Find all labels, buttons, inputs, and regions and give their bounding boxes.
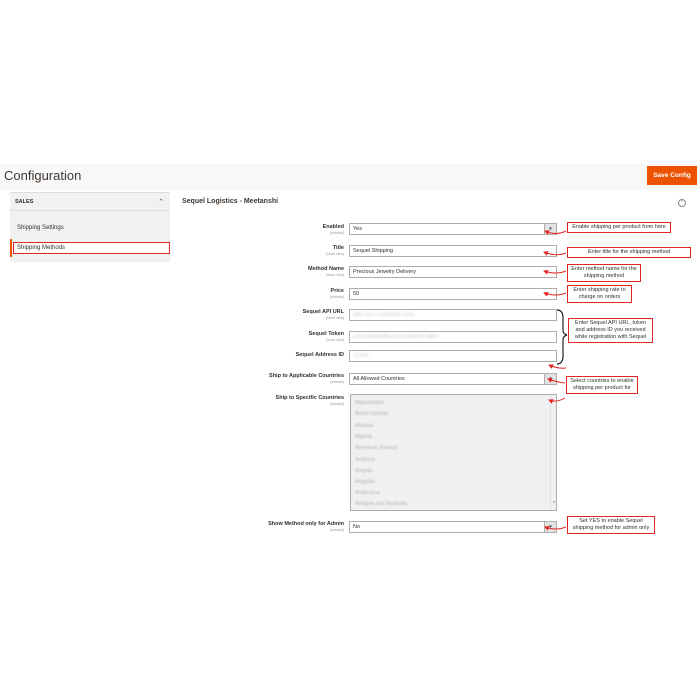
price-label-text: Price — [330, 288, 344, 294]
country-option[interactable]: Åland Islands — [355, 411, 388, 417]
address-id-value: 12345 — [353, 353, 369, 359]
title-scope: [store view] — [326, 252, 344, 256]
sidebar-active-marker — [10, 239, 12, 257]
chevron-down-icon[interactable]: ▾ — [544, 374, 556, 384]
address-id-input[interactable]: 12345 — [349, 350, 557, 362]
admin-only-select[interactable]: No ▾ — [349, 521, 557, 533]
specific-countries-label: Ship to Specific Countries [website] — [276, 395, 344, 406]
collapse-icon[interactable]: ⌃ — [678, 199, 686, 207]
save-config-button[interactable]: Save Config — [647, 166, 697, 185]
callout-enabled: Enable shipping per product from here — [567, 222, 671, 233]
price-input[interactable]: 50 — [349, 288, 557, 300]
page-header — [0, 164, 700, 190]
enabled-scope: [website] — [330, 231, 344, 235]
enabled-label-text: Enabled — [322, 224, 344, 230]
token-label: Sequel Token [store view] — [309, 331, 344, 342]
sidebar-section-label: SALES — [15, 198, 34, 205]
country-option[interactable]: Anguilla — [355, 479, 375, 485]
country-option[interactable]: Antigua and Barbuda — [355, 501, 407, 507]
token-label-text: Sequel Token — [308, 331, 344, 337]
address-id-label: Sequel Address ID — [296, 352, 344, 358]
title-label: Title [store view] — [326, 245, 344, 256]
admin-only-scope: [website] — [330, 528, 344, 532]
applicable-countries-select[interactable]: All Allowed Countries ▾ — [349, 373, 557, 385]
applicable-countries-value: All Allowed Countries — [353, 376, 405, 382]
callout-countries: Select countries to enable shipping per … — [566, 376, 638, 394]
token-scope: [store view] — [326, 338, 344, 342]
title-input[interactable]: Sequel Shipping — [349, 245, 557, 257]
api-url-label: Sequel API URL [store view] — [303, 309, 344, 320]
token-value: a1b2c3d4e5f6a1b2c3d4e5f67a8b9 — [353, 334, 439, 340]
api-url-scope: [store view] — [326, 316, 344, 320]
country-option[interactable]: Angola — [355, 468, 372, 474]
country-option[interactable]: Algeria — [355, 434, 372, 440]
country-option[interactable]: Andorra — [355, 457, 375, 463]
address-id-label-text: Sequel Address ID — [295, 352, 344, 358]
chevron-up-icon: ⌃ — [158, 198, 164, 206]
applicable-countries-scope: [website] — [330, 380, 344, 384]
callout-method-name: Enter method name for the shipping metho… — [567, 264, 641, 282]
method-name-label-text: Method Name — [307, 266, 344, 272]
applicable-countries-label-text: Ship to Applicable Countries — [269, 373, 344, 379]
callout-api: Enter Sequel API URL, token and address … — [568, 318, 653, 343]
admin-only-label-text: Show Method only for Admin — [268, 521, 344, 527]
method-name-input[interactable]: Precious Jewelry Delivery — [349, 266, 557, 278]
enabled-select[interactable]: Yes ▾ — [349, 223, 557, 235]
country-option[interactable]: Afghanistan — [355, 400, 384, 406]
specific-countries-scope: [website] — [330, 402, 344, 406]
chevron-down-icon[interactable]: ▾ — [544, 522, 556, 532]
scroll-down-icon[interactable]: ▾ — [551, 499, 556, 504]
country-option[interactable]: Antarctica — [355, 490, 379, 496]
callout-admin: Set YES to enable Sequel shipping method… — [567, 516, 655, 534]
chevron-down-icon[interactable]: ▾ — [544, 224, 556, 234]
callout-price: Enter shipping rate to charge on orders — [567, 285, 632, 303]
admin-only-label: Show Method only for Admin [website] — [268, 521, 344, 532]
price-value: 50 — [353, 291, 360, 297]
section-title[interactable]: Sequel Logistics - Meetanshi — [182, 198, 278, 205]
page-title: Configuration — [4, 168, 82, 183]
specific-countries-multiselect[interactable]: Afghanistan Åland Islands Albania Algeri… — [350, 394, 557, 511]
sidebar-item-shipping-settings[interactable]: Shipping Settings — [10, 219, 170, 237]
method-name-scope: [store view] — [326, 273, 344, 277]
price-scope: [website] — [330, 295, 344, 299]
method-name-value: Precious Jewelry Delivery — [353, 269, 416, 275]
config-sidebar: SALES ⌃ Shipping Settings Shipping Metho… — [10, 192, 170, 262]
enabled-value: Yes — [353, 226, 362, 232]
title-label-text: Title — [332, 245, 344, 251]
applicable-countries-label: Ship to Applicable Countries [website] — [269, 373, 344, 384]
api-url-input[interactable]: http://sec.sequel247.com — [349, 309, 557, 321]
sidebar-item-shipping-methods[interactable]: Shipping Methods — [13, 242, 170, 254]
price-label: Price [website] — [330, 288, 344, 299]
country-option[interactable]: American Samoa — [355, 445, 397, 451]
sidebar-section-sales[interactable]: SALES ⌃ — [10, 193, 170, 211]
title-value: Sequel Shipping — [353, 248, 394, 254]
api-url-value: http://sec.sequel247.com — [353, 312, 415, 318]
country-option[interactable]: Albania — [355, 423, 373, 429]
admin-only-value: No — [353, 524, 361, 530]
specific-countries-label-text: Ship to Specific Countries — [275, 395, 344, 401]
callout-title: Enter title for the shipping method — [567, 247, 691, 258]
method-name-label: Method Name [store view] — [308, 266, 344, 277]
token-input[interactable]: a1b2c3d4e5f6a1b2c3d4e5f67a8b9 — [349, 331, 557, 343]
enabled-label: Enabled [website] — [323, 224, 344, 235]
multiselect-scrollbar[interactable]: ▾ — [550, 395, 556, 510]
api-url-label-text: Sequel API URL — [302, 309, 344, 315]
